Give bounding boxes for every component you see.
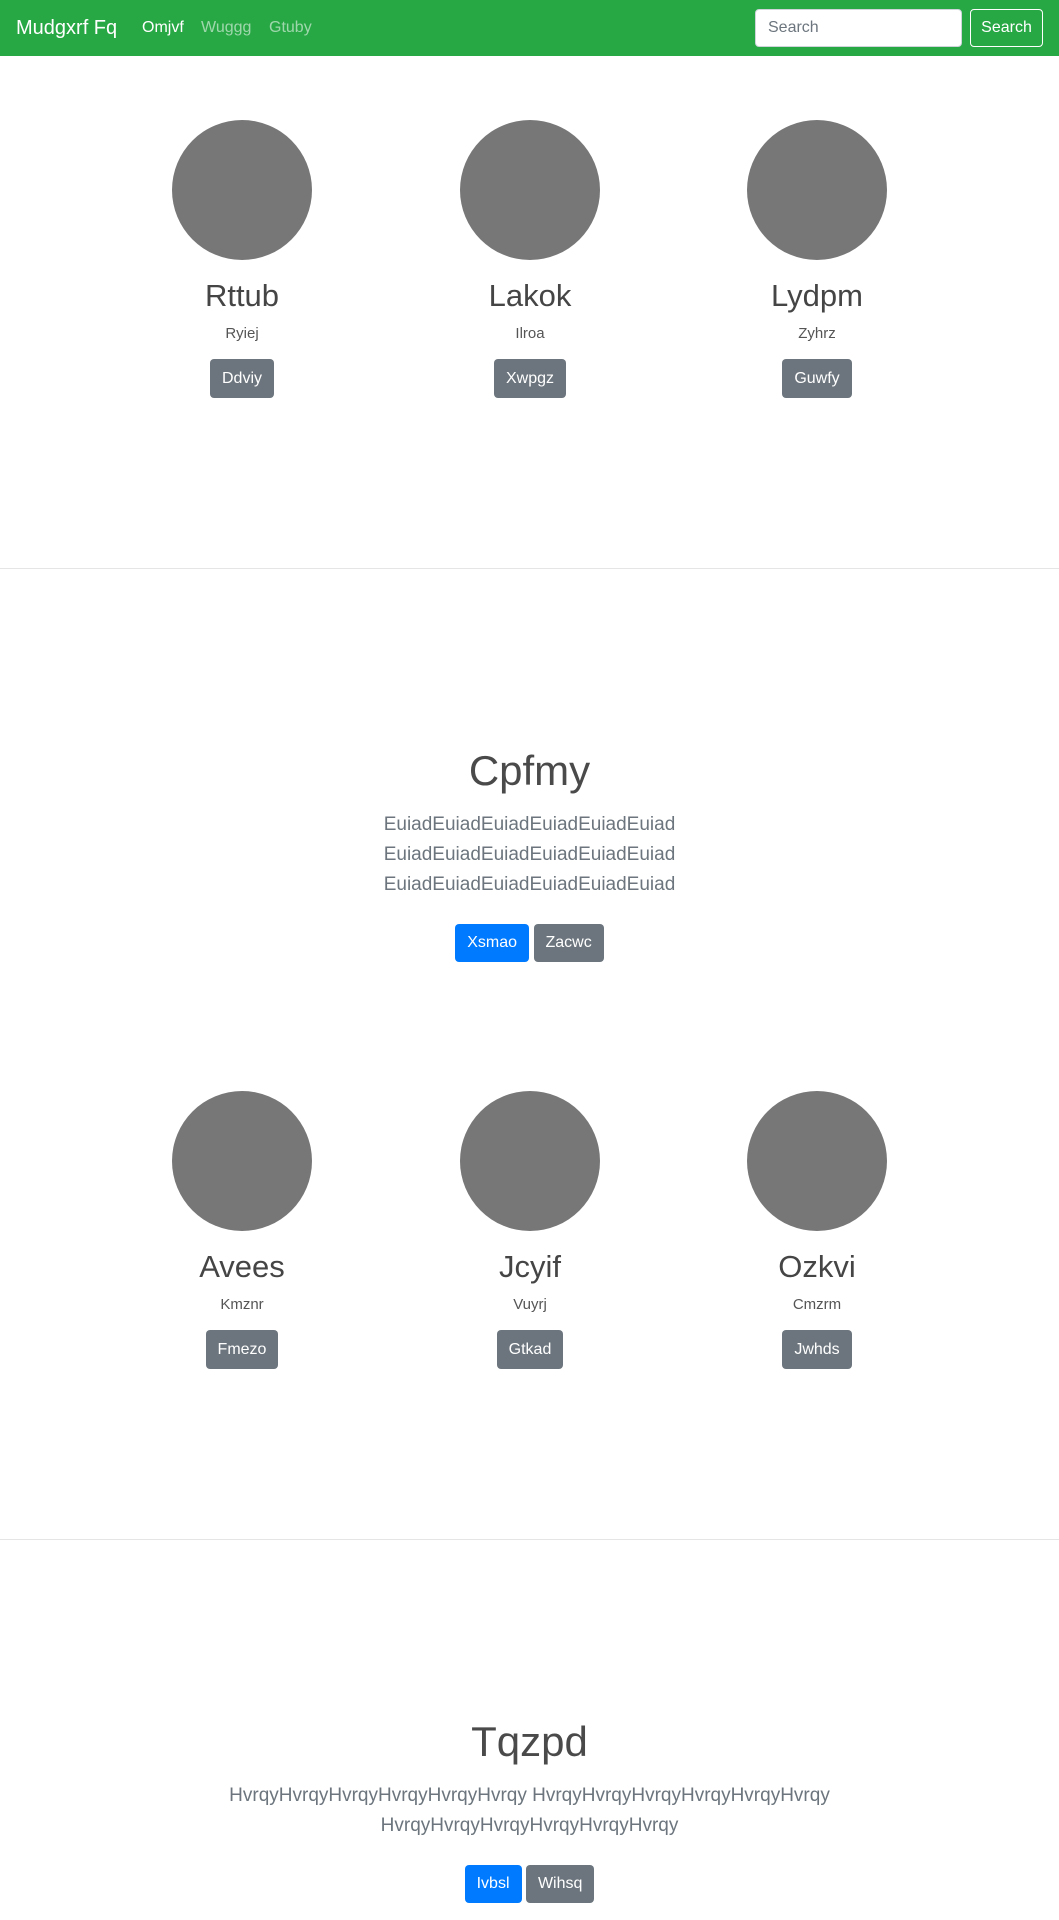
nav-link-gtuby[interactable]: Gtuby xyxy=(269,17,312,39)
hero-text-line: HvrqyHvrqyHvrqyHvrqyHvrqyHvrqy HvrqyHvrq… xyxy=(229,1785,830,1806)
profile-card: Lakok Ilroa Xwpgz xyxy=(410,120,650,398)
search-input[interactable] xyxy=(755,9,962,47)
profile-subtitle: Ryiej xyxy=(225,325,259,342)
secondary-button[interactable]: Zacwc xyxy=(533,924,604,962)
profile-card: Avees Kmznr Fmezo xyxy=(122,1091,362,1369)
profile-card: Rttub Ryiej Ddviy xyxy=(122,120,362,398)
nav-link-wuggg[interactable]: Wuggg xyxy=(201,17,251,39)
hero-section: Cpfmy EuiadEuiadEuiadEuiadEuiadEuiad Eui… xyxy=(0,746,1059,962)
primary-button[interactable]: Ivbsl xyxy=(464,1865,522,1903)
avatar xyxy=(747,1091,887,1231)
navbar: Mudgxrf Fq Omjvf Wuggg Gtuby Search xyxy=(0,0,1059,56)
profile-button[interactable]: Jwhds xyxy=(782,1330,852,1369)
profile-subtitle: Kmznr xyxy=(220,1296,264,1313)
hero-text-line: HvrqyHvrqyHvrqyHvrqyHvrqyHvrqy xyxy=(380,1815,679,1836)
nav-link-omjvf[interactable]: Omjvf xyxy=(142,17,184,39)
hero-text-line: EuiadEuiadEuiadEuiadEuiadEuiad xyxy=(383,874,676,895)
section-divider xyxy=(0,1539,1059,1540)
avatar xyxy=(460,1091,600,1231)
hero-text-line: EuiadEuiadEuiadEuiadEuiadEuiad EuiadEuia… xyxy=(383,814,676,865)
primary-button[interactable]: Xsmao xyxy=(455,924,530,962)
section-divider xyxy=(0,568,1059,569)
profile-card: Ozkvi Cmzrm Jwhds xyxy=(697,1091,937,1369)
avatar xyxy=(172,1091,312,1231)
profile-name: Jcyif xyxy=(499,1249,561,1284)
profile-button[interactable]: Fmezo xyxy=(205,1330,279,1369)
profile-name: Ozkvi xyxy=(778,1249,856,1284)
profile-button[interactable]: Gtkad xyxy=(496,1330,564,1369)
profile-subtitle: Vuyrj xyxy=(513,1296,547,1313)
hero-text: HvrqyHvrqyHvrqyHvrqyHvrqyHvrqy HvrqyHvrq… xyxy=(220,1781,840,1841)
brand-logo[interactable]: Mudgxrf Fq xyxy=(16,15,117,41)
hero-actions: Xsmao Zacwc xyxy=(0,924,1059,962)
profile-button[interactable]: Xwpgz xyxy=(493,359,567,398)
hero-title: Tqzpd xyxy=(471,1718,588,1765)
search-button[interactable]: Search xyxy=(970,9,1043,47)
profile-button[interactable]: Ddviy xyxy=(209,359,274,398)
hero-section: Tqzpd HvrqyHvrqyHvrqyHvrqyHvrqyHvrqy Hvr… xyxy=(0,1717,1059,1903)
profile-subtitle: Ilroa xyxy=(515,325,545,342)
profile-subtitle: Zyhrz xyxy=(798,325,836,342)
secondary-button[interactable]: Wihsq xyxy=(525,1865,595,1903)
profile-button[interactable]: Guwfy xyxy=(782,359,852,398)
profile-card: Jcyif Vuyrj Gtkad xyxy=(410,1091,650,1369)
profile-name: Lydpm xyxy=(771,278,863,313)
profile-name: Avees xyxy=(199,1249,285,1284)
profile-subtitle: Cmzrm xyxy=(792,1296,842,1313)
hero-title: Cpfmy xyxy=(468,747,591,794)
profile-card: Lydpm Zyhrz Guwfy xyxy=(697,120,937,398)
avatar xyxy=(172,120,312,260)
hero-actions: Ivbsl Wihsq xyxy=(0,1865,1059,1903)
avatar xyxy=(747,120,887,260)
avatar xyxy=(460,120,600,260)
hero-text: EuiadEuiadEuiadEuiadEuiadEuiad EuiadEuia… xyxy=(240,810,820,900)
profile-name: Rttub xyxy=(204,278,280,313)
profile-name: Lakok xyxy=(488,278,572,313)
